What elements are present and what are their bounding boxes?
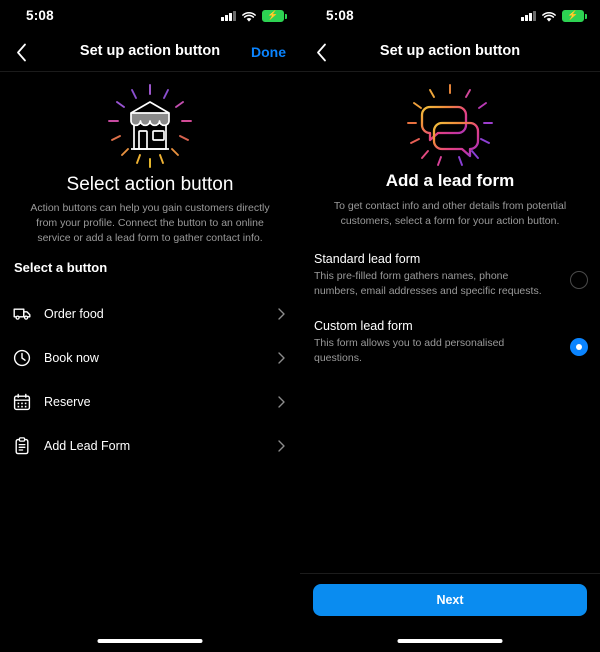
home-indicator[interactable] bbox=[97, 639, 203, 643]
list-item-add-lead-form[interactable]: Add Lead Form bbox=[0, 424, 300, 468]
delivery-truck-icon bbox=[13, 305, 31, 323]
next-button[interactable]: Next bbox=[313, 584, 587, 616]
chevron-right-icon bbox=[276, 439, 286, 453]
page-heading: Select action button bbox=[66, 174, 234, 195]
radio-button-standard[interactable] bbox=[570, 271, 588, 289]
footer-divider bbox=[300, 573, 600, 574]
right-phone-screen: 5:08 ⚡ Set up action button Add a lead f… bbox=[300, 0, 600, 652]
nav-bar-left: Set up action button Done bbox=[0, 32, 300, 71]
chevron-right-icon bbox=[276, 351, 286, 365]
list-item-label: Order food bbox=[44, 307, 104, 321]
page-subheading: To get contact info and other details fr… bbox=[333, 200, 567, 227]
home-indicator[interactable] bbox=[397, 639, 503, 643]
nav-divider bbox=[300, 71, 600, 72]
status-bar-icons: ⚡ bbox=[221, 10, 287, 22]
dual-screenshot-stage: 5:08 ⚡ Set up action button Done Select … bbox=[0, 0, 600, 652]
chevron-right-icon bbox=[276, 307, 286, 321]
list-item-label: Add Lead Form bbox=[44, 439, 131, 453]
battery-charging-icon: ⚡ bbox=[262, 10, 287, 22]
wifi-icon bbox=[542, 10, 556, 22]
calendar-icon bbox=[13, 393, 31, 411]
nav-bar-right: Set up action button bbox=[300, 32, 600, 71]
wifi-icon bbox=[242, 10, 256, 22]
storefront-illustration bbox=[0, 82, 300, 170]
list-item-order-food[interactable]: Order food bbox=[0, 292, 300, 336]
page-subheading: Action buttons can help you gain custome… bbox=[30, 202, 270, 244]
option-standard-lead-form[interactable]: Standard lead form This pre-filled form … bbox=[300, 252, 600, 298]
battery-charging-icon: ⚡ bbox=[562, 10, 587, 22]
left-phone-screen: 5:08 ⚡ Set up action button Done Select … bbox=[0, 0, 300, 652]
list-item-label: Book now bbox=[44, 351, 99, 365]
done-button[interactable]: Done bbox=[251, 44, 286, 60]
clipboard-icon bbox=[13, 437, 31, 455]
list-item-label: Reserve bbox=[44, 395, 91, 409]
list-item-reserve[interactable]: Reserve bbox=[0, 380, 300, 424]
page-heading: Add a lead form bbox=[385, 171, 515, 190]
option-title: Custom lead form bbox=[314, 319, 413, 333]
option-custom-lead-form[interactable]: Custom lead form This form allows you to… bbox=[300, 319, 600, 365]
status-bar-time: 5:08 bbox=[326, 8, 354, 23]
section-label: Select a button bbox=[14, 260, 108, 275]
option-text: Standard lead form This pre-filled form … bbox=[314, 252, 586, 298]
status-bar-icons: ⚡ bbox=[521, 10, 587, 22]
cellular-signal-icon bbox=[521, 10, 536, 22]
list-item-book-now[interactable]: Book now bbox=[0, 336, 300, 380]
action-button-list: Order food Book now Reserve Add Lead For… bbox=[0, 292, 300, 468]
status-bar-right: 5:08 ⚡ bbox=[300, 0, 600, 32]
nav-divider bbox=[0, 71, 300, 72]
clock-icon bbox=[13, 349, 31, 367]
status-bar-time: 5:08 bbox=[26, 8, 54, 23]
option-title: Standard lead form bbox=[314, 252, 421, 266]
option-description: This pre-filled form gathers names, phon… bbox=[314, 270, 542, 297]
chevron-right-icon bbox=[276, 395, 286, 409]
page-title: Set up action button bbox=[379, 43, 521, 59]
option-text: Custom lead form This form allows you to… bbox=[314, 319, 586, 365]
status-bar-left: 5:08 ⚡ bbox=[0, 0, 300, 32]
option-description: This form allows you to add personalised… bbox=[314, 337, 505, 364]
lead-form-options: Standard lead form This pre-filled form … bbox=[300, 252, 600, 386]
cellular-signal-icon bbox=[221, 10, 236, 22]
speech-bubbles-illustration bbox=[300, 82, 600, 170]
radio-button-custom[interactable] bbox=[570, 338, 588, 356]
